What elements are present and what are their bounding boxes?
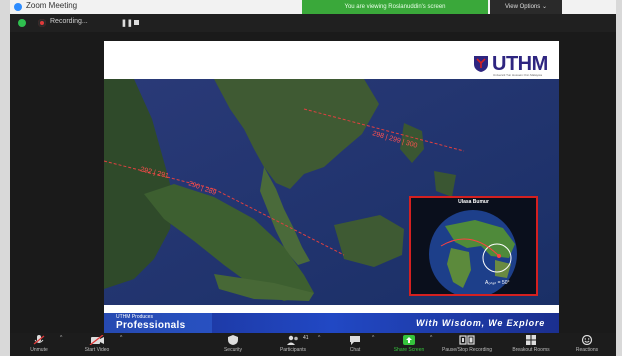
start-video-button[interactable]: Start Video — [72, 335, 122, 356]
participants-icon — [287, 335, 298, 345]
logo-subtitle: Universiti Tun Hussein Onn Malaysia — [493, 73, 543, 77]
audio-options-chevron-icon[interactable]: ^ — [60, 335, 62, 341]
share-screen-label: Share Screen — [393, 347, 425, 353]
pause-icon[interactable]: ❚❚ — [121, 19, 133, 27]
reactions-icon — [581, 335, 593, 345]
footer-motto: With Wisdom, We Explore — [416, 318, 546, 328]
participants-button[interactable]: 41 Participants — [268, 335, 318, 356]
pause-stop-recording-label: Pause/Stop Recording — [442, 347, 493, 353]
zoom-logo-icon — [14, 3, 22, 11]
participants-count: 41 — [303, 335, 309, 341]
slide-footer: UTHM Produces Professionals With Wisdom,… — [104, 313, 559, 333]
participants-chevron-icon[interactable]: ^ — [318, 335, 320, 341]
inset-title: Ulasa Bumur — [458, 199, 489, 205]
shared-slide: UTHM Universiti Tun Hussein Onn Malaysia — [104, 41, 559, 333]
encryption-shield-icon[interactable] — [18, 19, 26, 27]
shield-icon — [228, 335, 238, 345]
reactions-button[interactable]: Reactions — [562, 335, 612, 356]
recording-status: Recording... — [50, 18, 88, 25]
share-screen-icon — [403, 335, 415, 345]
footer-tagline-big: Professionals — [116, 320, 186, 331]
share-screen-chevron-icon[interactable]: ^ — [430, 335, 432, 341]
recording-icon — [459, 335, 475, 345]
zoom-window: Zoom Meeting You are viewing Roslanuddin… — [10, 0, 616, 356]
stop-icon[interactable] — [134, 20, 139, 25]
recording-icon — [38, 19, 46, 27]
title-bar: Zoom Meeting You are viewing Roslanuddin… — [10, 0, 616, 14]
window-title: Zoom Meeting — [26, 1, 78, 10]
view-options-button[interactable]: View Options ⌄ — [490, 0, 562, 14]
globe-inset: Ulasa Bumur A₀ₙₐₙ = 50° — [409, 196, 538, 296]
globe-image — [411, 198, 536, 294]
unmute-label: Unmute — [30, 347, 48, 353]
breakout-rooms-button[interactable]: Breakout Rooms — [506, 335, 556, 356]
video-off-icon — [89, 335, 104, 345]
microphone-muted-icon — [33, 335, 45, 345]
start-video-label: Start Video — [84, 347, 110, 353]
chat-label: Chat — [349, 347, 361, 353]
unmute-button[interactable]: Unmute — [14, 335, 64, 356]
screen-share-banner: You are viewing Roslanuddin's screen — [302, 0, 488, 14]
pause-stop-recording-button[interactable]: Pause/Stop Recording — [442, 335, 492, 356]
breakout-rooms-label: Breakout Rooms — [512, 347, 550, 353]
security-label: Security — [223, 347, 243, 353]
inset-annotation: A₀ₙₐₙ = 50° — [485, 280, 510, 286]
participants-label: Participants — [279, 347, 307, 353]
uthm-logo: UTHM Universiti Tun Hussein Onn Malaysia — [472, 53, 552, 77]
recording-bar: Recording... ❚❚ — [10, 14, 616, 32]
share-screen-button[interactable]: Share Screen — [384, 335, 434, 356]
security-button[interactable]: Security — [208, 335, 258, 356]
chat-icon — [350, 336, 360, 345]
chat-chevron-icon[interactable]: ^ — [372, 335, 374, 341]
video-options-chevron-icon[interactable]: ^ — [120, 335, 122, 341]
breakout-rooms-icon — [526, 335, 536, 345]
reactions-label: Reactions — [575, 347, 599, 353]
uthm-crest-icon — [474, 56, 488, 72]
meeting-toolbar: Unmute ^ Start Video ^ Security 41 Parti… — [10, 333, 616, 356]
